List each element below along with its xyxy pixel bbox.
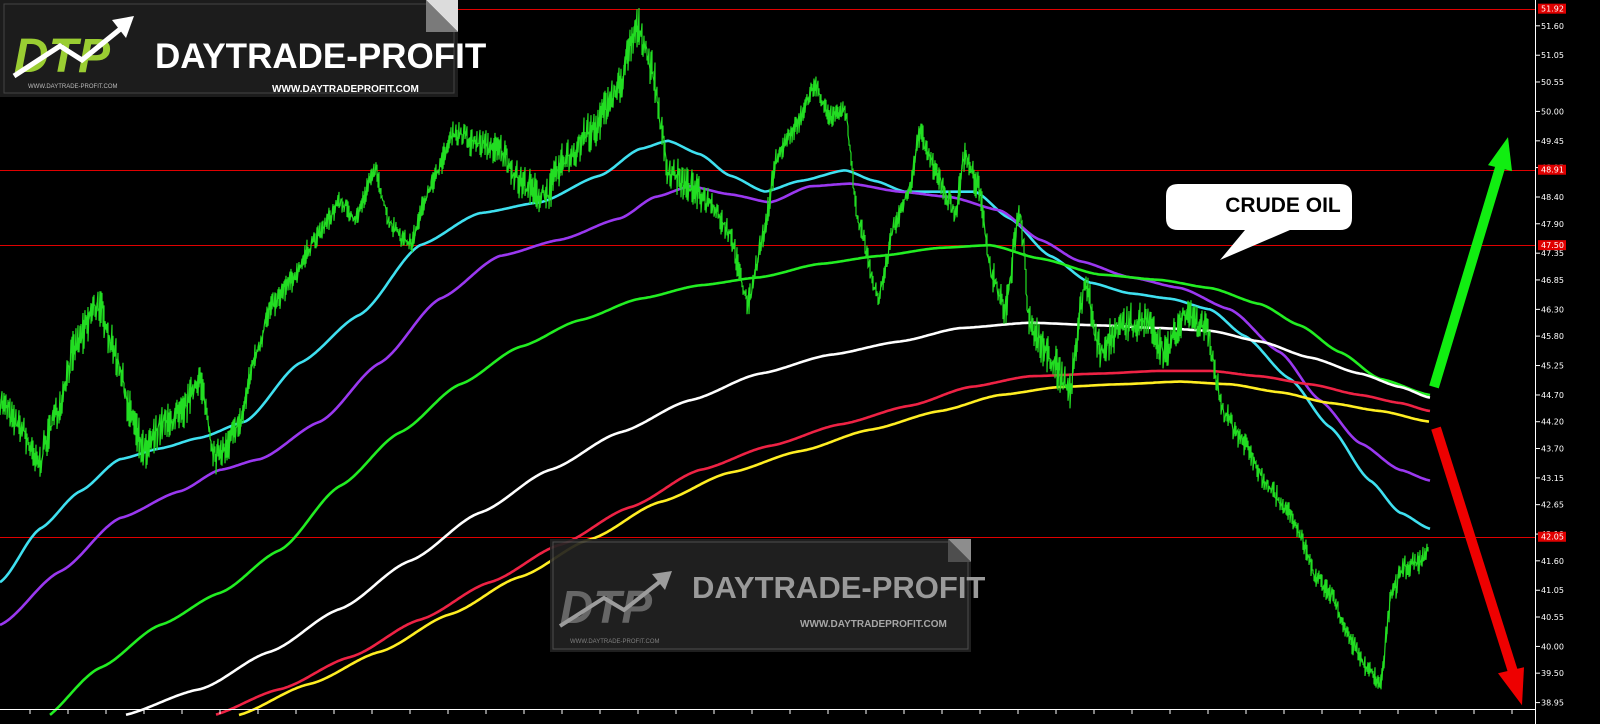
top-logo: DTP DAYTRADE-PROFIT WWW.DAYTRADEPROFIT.C…	[0, 0, 486, 97]
center-logo-mark: DTP	[560, 581, 652, 633]
y-tick-label: 45.80	[1541, 332, 1564, 341]
top-logo-url: WWW.DAYTRADEPROFIT.COM	[272, 84, 419, 95]
center-watermark-logo: DTP DAYTRADE-PROFIT WWW.DAYTRADEPROFIT.C…	[550, 539, 985, 652]
y-tick-label: 49.45	[1541, 137, 1564, 146]
y-tick-label: 44.20	[1541, 418, 1564, 427]
level-price-label: 51.92	[1541, 5, 1564, 14]
y-tick-label: 40.00	[1541, 642, 1564, 651]
y-tick-label: 39.50	[1541, 669, 1564, 678]
level-price-label: 47.50	[1541, 241, 1564, 250]
y-tick-label: 50.55	[1541, 78, 1564, 87]
y-tick-label: 44.70	[1541, 391, 1564, 400]
level-price-label: 48.91	[1541, 166, 1564, 175]
y-tick-label: 43.70	[1541, 444, 1564, 453]
y-tick-label: 48.40	[1541, 193, 1564, 202]
y-tick-label: 38.95	[1541, 699, 1564, 708]
top-logo-mark: DTP	[14, 30, 111, 83]
y-tick-label: 43.15	[1541, 474, 1564, 483]
crude-oil-chart: CRUDE OIL DTP DAYTRADE-PROFIT WWW.DAYTRA…	[0, 0, 1600, 724]
top-logo-small-url: WWW.DAYTRADE-PROFIT.COM	[28, 84, 118, 90]
y-tick-label: 47.90	[1541, 220, 1564, 229]
y-tick-label: 50.00	[1541, 107, 1564, 116]
y-tick-label: 51.60	[1541, 22, 1564, 31]
center-logo-small-url: WWW.DAYTRADE-PROFIT.COM	[570, 639, 660, 645]
callout-text: CRUDE OIL	[1225, 194, 1341, 217]
y-tick-label: 40.55	[1541, 613, 1564, 622]
y-tick-label: 45.25	[1541, 362, 1564, 371]
center-logo-url: WWW.DAYTRADEPROFIT.COM	[800, 619, 947, 630]
y-tick-label: 42.65	[1541, 501, 1564, 510]
y-tick-label: 51.05	[1541, 51, 1564, 60]
y-tick-label: 46.85	[1541, 276, 1564, 285]
y-tick-label: 47.35	[1541, 249, 1564, 258]
y-tick-label: 41.60	[1541, 557, 1564, 566]
price-axis: 51.6051.0550.5550.0049.4548.9548.4047.90…	[1535, 0, 1566, 724]
top-logo-name: DAYTRADE-PROFIT	[155, 37, 486, 76]
y-tick-label: 46.30	[1541, 305, 1564, 314]
level-price-label: 42.05	[1541, 533, 1564, 542]
y-tick-label: 41.05	[1541, 586, 1564, 595]
center-logo-name: DAYTRADE-PROFIT	[692, 570, 985, 605]
